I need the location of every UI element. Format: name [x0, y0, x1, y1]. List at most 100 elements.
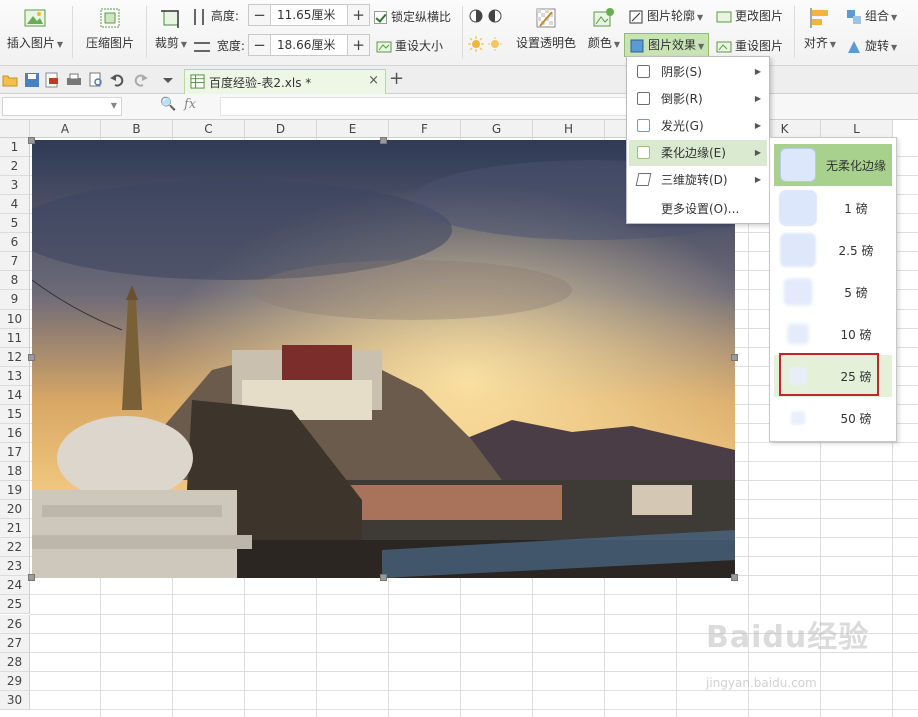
column-header[interactable]: E	[317, 120, 389, 138]
resize-handle[interactable]	[380, 574, 387, 581]
select-all-corner[interactable]	[0, 120, 30, 138]
row-header[interactable]: 3	[0, 176, 30, 196]
row-header[interactable]: 29	[0, 671, 30, 691]
crop-button[interactable]: 裁剪 ▼	[150, 4, 192, 51]
resize-handle[interactable]	[28, 137, 35, 144]
brightness-buttons[interactable]	[468, 36, 506, 52]
close-tab-button[interactable]: ×	[368, 73, 379, 88]
row-header[interactable]: 11	[0, 328, 30, 348]
column-header[interactable]: A	[30, 120, 101, 138]
menu-item-shadow[interactable]: 阴影(S) ▶	[629, 59, 767, 85]
row-header[interactable]: 8	[0, 271, 30, 291]
column-header[interactable]: C	[173, 120, 245, 138]
row-header[interactable]: 1	[0, 138, 30, 158]
resize-handle[interactable]	[380, 137, 387, 144]
row-header[interactable]: 28	[0, 652, 30, 672]
insert-picture-button[interactable]: 插入图片 ▼	[4, 4, 66, 51]
undo-icon[interactable]	[110, 72, 126, 88]
compress-picture-button[interactable]: 压缩图片	[80, 4, 140, 51]
row-header[interactable]: 18	[0, 462, 30, 482]
height-decrement-button[interactable]: −	[249, 5, 271, 25]
height-stepper[interactable]: − 11.65厘米 +	[248, 4, 370, 26]
reset-size-button[interactable]: 重设大小	[376, 37, 443, 55]
column-header[interactable]: D	[245, 120, 317, 138]
row-header[interactable]: 27	[0, 633, 30, 653]
row-header[interactable]: 21	[0, 519, 30, 539]
name-box[interactable]: ▼	[2, 97, 122, 116]
menu-item-soft-edges[interactable]: 柔化边缘(E) ▶	[629, 140, 767, 166]
row-header[interactable]: 15	[0, 404, 30, 424]
picture-outline-button[interactable]: 图片轮廓 ▼	[628, 7, 703, 25]
reset-picture-button[interactable]: 重设图片	[716, 37, 783, 55]
row-header[interactable]: 17	[0, 442, 30, 462]
width-input[interactable]: 18.66厘米	[273, 35, 347, 55]
group-button[interactable]: 组合 ▼	[846, 7, 897, 25]
soft-edge-option-50pt[interactable]: 50 磅	[774, 397, 892, 439]
resize-handle[interactable]	[28, 574, 35, 581]
row-header[interactable]: 4	[0, 195, 30, 215]
soft-edge-option-10pt[interactable]: 10 磅	[774, 313, 892, 355]
row-header[interactable]: 24	[0, 576, 30, 596]
menu-item-glow[interactable]: 发光(G) ▶	[629, 113, 767, 139]
row-header[interactable]: 19	[0, 481, 30, 501]
row-header[interactable]: 10	[0, 309, 30, 329]
row-header[interactable]: 13	[0, 366, 30, 386]
align-button[interactable]: 对齐 ▼	[800, 4, 840, 51]
menu-item-reflection[interactable]: 倒影(R) ▶	[629, 86, 767, 112]
row-header[interactable]: 6	[0, 233, 30, 253]
row-header[interactable]: 16	[0, 423, 30, 443]
width-stepper[interactable]: − 18.66厘米 +	[248, 34, 370, 56]
row-header[interactable]: 2	[0, 157, 30, 177]
search-icon[interactable]: 🔍	[160, 97, 176, 112]
function-icon[interactable]: fx	[184, 97, 196, 112]
contrast-buttons[interactable]	[468, 8, 506, 24]
lock-ratio-checkbox[interactable]: 锁定纵横比	[374, 8, 451, 25]
resize-handle[interactable]	[731, 574, 738, 581]
row-header[interactable]: 7	[0, 252, 30, 272]
save-icon[interactable]	[24, 72, 40, 88]
resize-handle[interactable]	[731, 354, 738, 361]
width-increment-button[interactable]: +	[347, 35, 369, 55]
color-button[interactable]: 颜色 ▼	[584, 4, 624, 51]
chevron-down-icon[interactable]	[160, 72, 176, 88]
menu-item-3d-rotation[interactable]: 三维旋转(D) ▶	[629, 167, 767, 193]
row-header[interactable]: 30	[0, 690, 30, 710]
set-transparent-color-button[interactable]: 设置透明色	[512, 4, 580, 51]
soft-edge-option-2-5pt[interactable]: 2.5 磅	[774, 229, 892, 271]
change-picture-button[interactable]: 更改图片	[716, 7, 783, 25]
document-tab[interactable]: 百度经验-表2.xls * ×	[184, 69, 386, 94]
height-input[interactable]: 11.65厘米	[273, 5, 347, 25]
row-header[interactable]: 14	[0, 385, 30, 405]
picture-outline-icon	[629, 10, 643, 23]
formula-input[interactable]	[220, 97, 630, 116]
soft-edge-option-1pt[interactable]: 1 磅	[774, 187, 892, 229]
height-increment-button[interactable]: +	[347, 5, 369, 25]
row-header[interactable]: 12	[0, 347, 30, 367]
resize-handle[interactable]	[28, 354, 35, 361]
redo-icon[interactable]	[132, 72, 148, 88]
menu-item-label: 三维旋转(D)	[661, 173, 728, 187]
picture-effects-button[interactable]: 图片效果 ▼	[624, 33, 710, 57]
export-pdf-icon[interactable]	[44, 72, 60, 88]
column-header[interactable]: B	[101, 120, 173, 138]
soft-edge-option-5pt[interactable]: 5 磅	[774, 271, 892, 313]
column-header[interactable]: H	[533, 120, 605, 138]
new-tab-button[interactable]: +	[389, 68, 404, 89]
width-decrement-button[interactable]: −	[249, 35, 271, 55]
row-header[interactable]: 26	[0, 614, 30, 634]
column-header[interactable]: L	[821, 120, 893, 138]
row-header[interactable]: 20	[0, 500, 30, 520]
row-header[interactable]: 23	[0, 557, 30, 577]
row-header[interactable]: 22	[0, 538, 30, 558]
row-header[interactable]: 5	[0, 214, 30, 234]
print-icon[interactable]	[66, 72, 82, 88]
column-header[interactable]: G	[461, 120, 533, 138]
row-header[interactable]: 25	[0, 595, 30, 615]
row-header[interactable]: 9	[0, 290, 30, 310]
open-folder-icon[interactable]	[2, 72, 18, 88]
soft-edge-option-none[interactable]: 无柔化边缘	[774, 144, 892, 186]
rotate-button[interactable]: 旋转 ▼	[846, 37, 897, 55]
column-header[interactable]: F	[389, 120, 461, 138]
print-preview-icon[interactable]	[88, 72, 104, 88]
menu-item-more-settings[interactable]: 更多设置(O)...	[629, 196, 767, 222]
